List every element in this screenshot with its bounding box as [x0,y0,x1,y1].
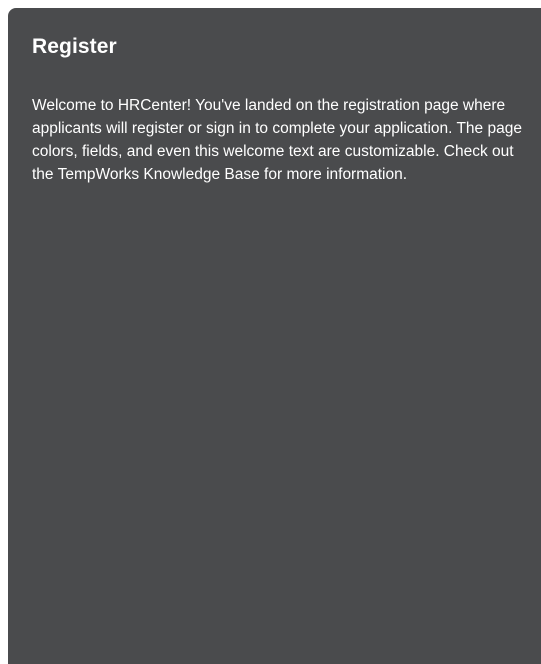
register-title: Register [32,35,117,58]
page: Register Welcome to HRCenter! You've lan… [0,0,541,664]
register-panel: Register Welcome to HRCenter! You've lan… [8,8,541,664]
welcome-message: Welcome to HRCenter! You've landed on th… [32,97,522,183]
